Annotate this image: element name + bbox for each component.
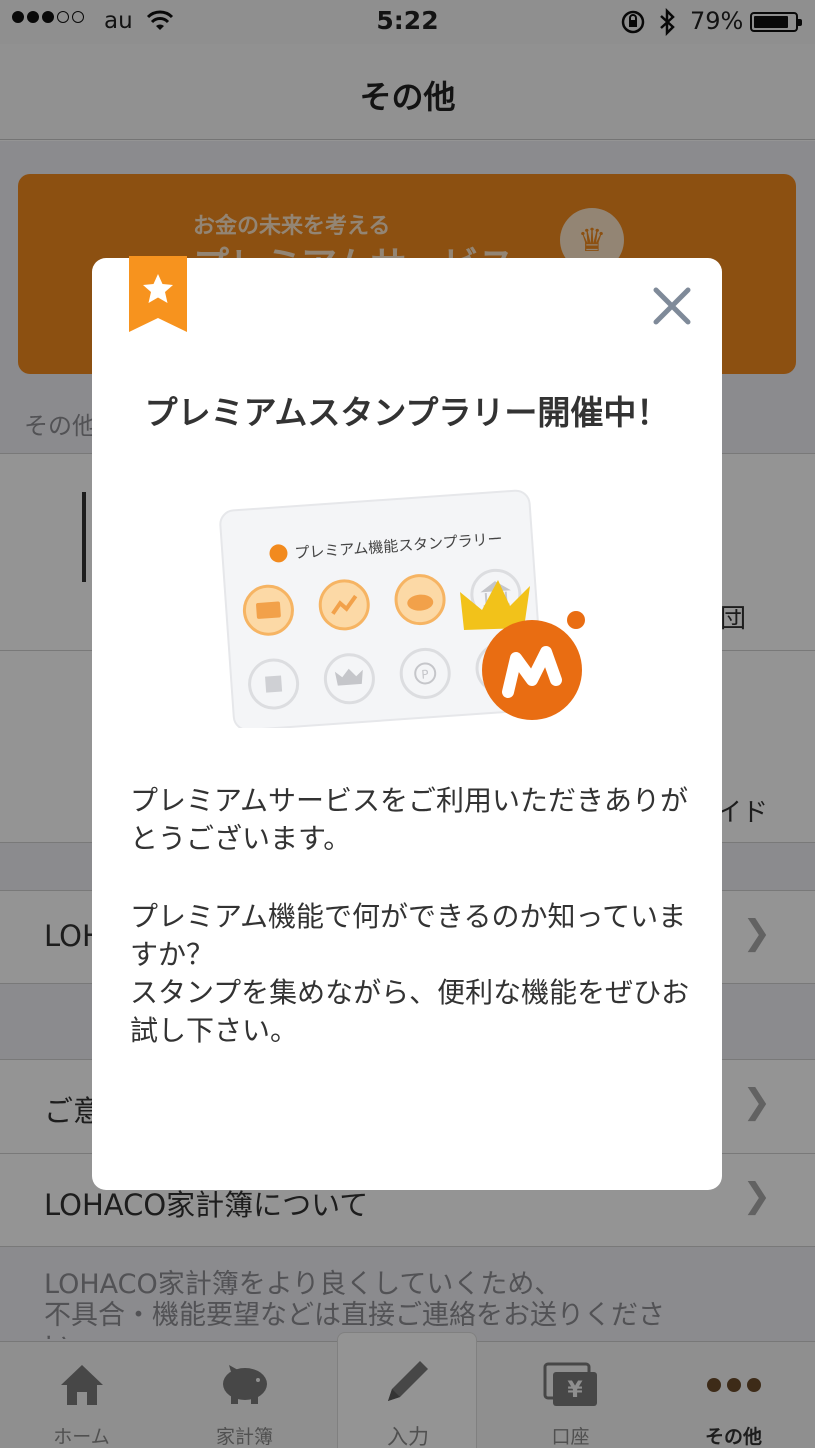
modal-paragraph-1: プレミアムサービスをご利用いただきありがとうございます。 — [130, 784, 689, 855]
modal-title: プレミアムスタンプラリー開催中！ — [144, 393, 670, 432]
stamp-rally-modal: プレミアムスタンプラリー開催中！ プレミアム機能スタンプラリー P プレミアムサ… — [92, 256, 722, 1190]
svg-text:P: P — [421, 667, 429, 681]
close-icon[interactable] — [648, 282, 696, 330]
star-ribbon-icon — [129, 256, 187, 332]
modal-body: プレミアムサービスをご利用いただきありがとうございます。 プレミアム機能で何がで… — [130, 782, 690, 1090]
stamp-card-illustration: プレミアム機能スタンプラリー P — [219, 489, 585, 728]
modal-paragraph-2: プレミアム機能で何ができるのか知っていますか？ スタンプを集めながら、便利な機能… — [130, 900, 690, 1047]
